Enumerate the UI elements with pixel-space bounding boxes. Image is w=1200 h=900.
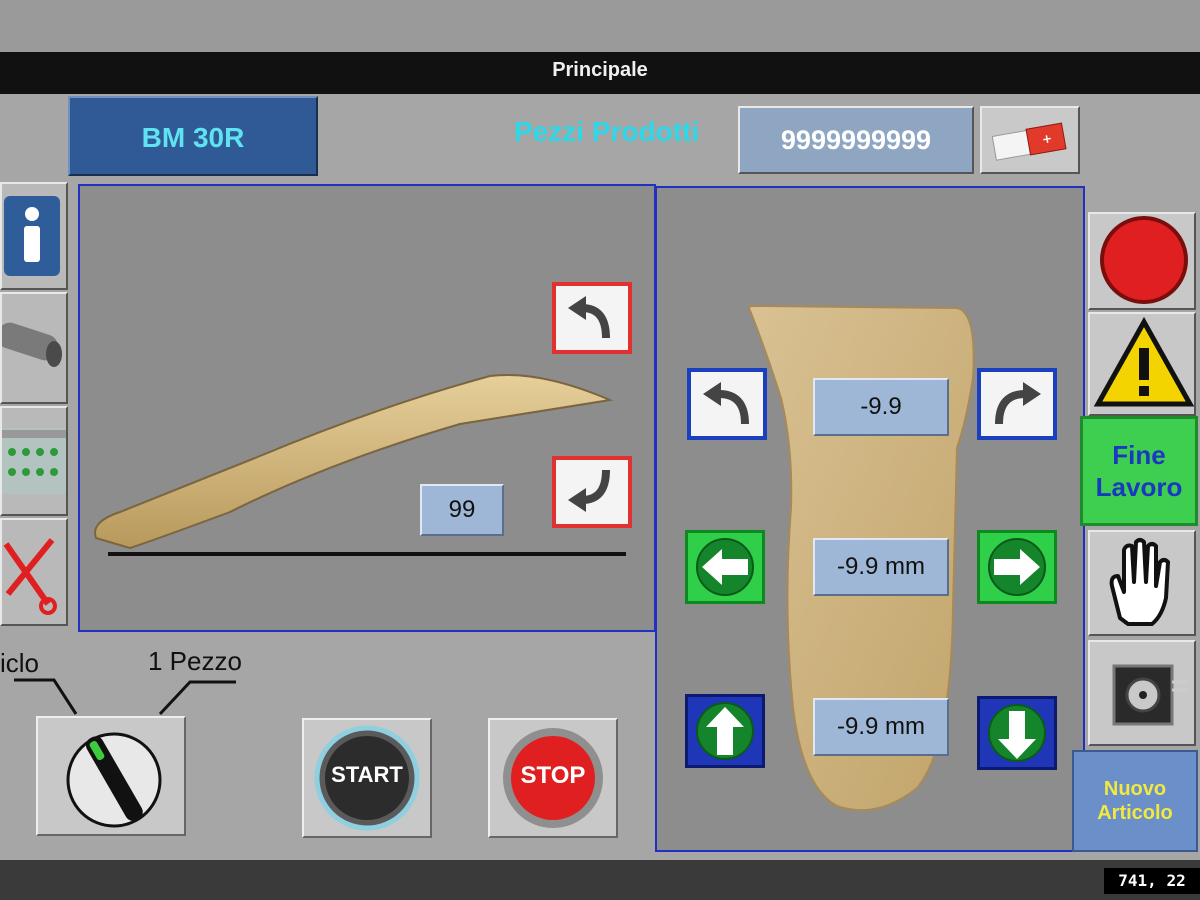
stepper-motor-icon — [1112, 664, 1188, 726]
start-label: START — [331, 762, 403, 787]
angle-value[interactable]: 99 — [420, 484, 504, 536]
move-right-button[interactable] — [977, 530, 1057, 604]
arrow-up-icon — [696, 702, 754, 760]
end-work-button[interactable]: Fine Lavoro — [1080, 416, 1198, 526]
rotation-value[interactable]: -9.9 — [813, 378, 949, 436]
info-button[interactable] — [0, 182, 68, 290]
io-board-button[interactable] — [0, 406, 68, 516]
rotate-cw-down-button[interactable] — [552, 456, 632, 528]
alarm-button[interactable] — [1088, 312, 1196, 416]
move-left-button[interactable] — [685, 530, 765, 604]
motor-button[interactable] — [1088, 640, 1196, 746]
top-bezel — [0, 0, 1200, 52]
warning-icon — [1093, 316, 1195, 407]
rotate-ccw-button[interactable] — [552, 282, 632, 354]
circuit-board-icon — [2, 428, 66, 494]
move-up-button[interactable] — [685, 694, 765, 768]
vertical-offset-value[interactable]: -9.9 mm — [813, 698, 949, 756]
rotary-switch-icon — [66, 732, 162, 828]
window-title: Principale — [0, 52, 1200, 94]
stop-label: STOP — [520, 762, 586, 789]
curved-arrow-down-left-icon — [568, 469, 610, 512]
manual-mode-button[interactable] — [1088, 530, 1196, 636]
arrow-right-icon — [988, 538, 1046, 596]
wrench-screwdriver-icon — [3, 538, 57, 615]
hand-icon — [1109, 538, 1170, 626]
info-icon — [4, 196, 60, 276]
end-work-label: Fine Lavoro — [1095, 440, 1183, 502]
curved-arrow-left-icon — [703, 382, 749, 425]
red-circle-icon — [1100, 216, 1188, 304]
pieces-counter: 9999999999 — [738, 106, 974, 174]
new-article-button[interactable]: Nuovo Articolo — [1072, 750, 1198, 852]
insole-side-view — [94, 374, 626, 556]
arrow-down-icon — [988, 704, 1046, 762]
emergency-stop-button[interactable] — [1088, 212, 1196, 310]
mode-selector-switch[interactable] — [36, 716, 186, 836]
curved-arrow-up-left-icon — [568, 296, 610, 339]
maintenance-button[interactable] — [0, 518, 68, 626]
mode-label-single-piece: 1 Pezzo — [148, 646, 242, 676]
eraser-icon: + — [991, 122, 1067, 161]
new-article-label: Nuovo Articolo — [1097, 778, 1173, 824]
bottom-bar: 741, 22 — [0, 860, 1200, 900]
coordinate-readout: 741, 22 — [1104, 868, 1200, 894]
model-button[interactable]: BM 30R — [68, 96, 318, 176]
roller-icon — [0, 322, 62, 367]
rotate-right-button[interactable] — [977, 368, 1057, 440]
curved-arrow-right-icon — [995, 382, 1041, 425]
profile-panel: 99 — [78, 184, 656, 632]
stop-button[interactable]: STOP — [488, 718, 618, 838]
move-down-button[interactable] — [977, 696, 1057, 770]
position-panel: -9.9 -9.9 mm -9.9 mm — [655, 186, 1085, 852]
reset-counter-button[interactable]: + — [980, 106, 1080, 174]
arrow-left-icon — [696, 538, 754, 596]
start-button[interactable]: START — [302, 718, 432, 838]
pieces-label: Pezzi Prodotti — [514, 116, 700, 147]
tool-button[interactable] — [0, 292, 68, 404]
horizontal-offset-value[interactable]: -9.9 mm — [813, 538, 949, 596]
rotate-left-button[interactable] — [687, 368, 767, 440]
